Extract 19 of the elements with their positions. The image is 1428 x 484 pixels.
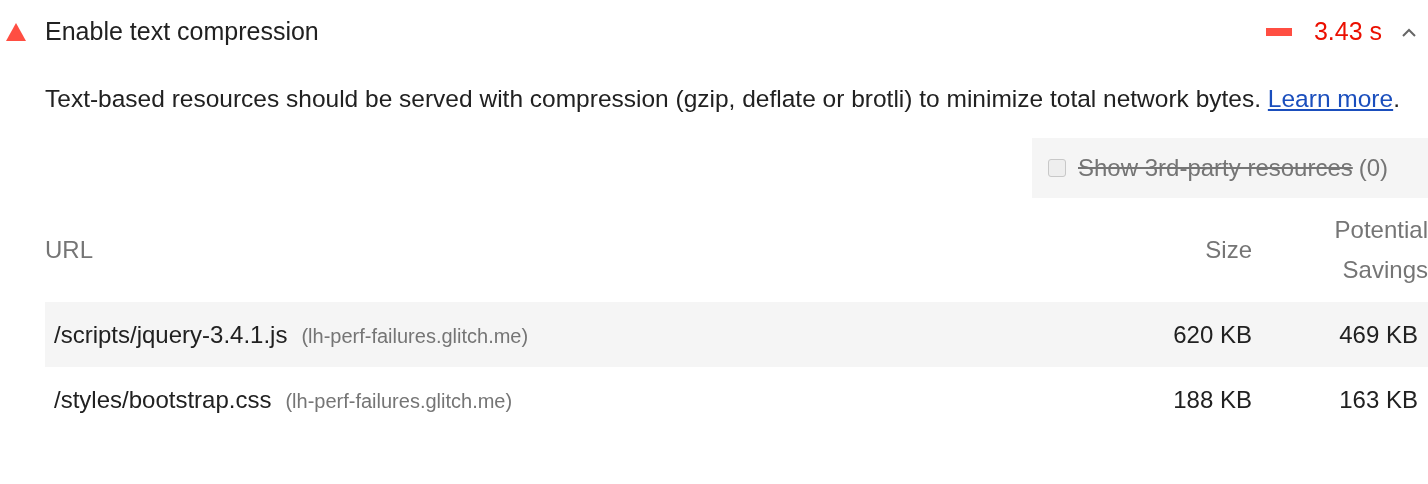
chevron-icon xyxy=(1402,27,1416,37)
url-cell-text: /scripts/jquery-3.4.1.js xyxy=(54,319,288,350)
host-label: (lh-perf-failures.glitch.me) xyxy=(301,323,529,349)
filter-label: Show 3rd-party resources xyxy=(1078,153,1353,183)
filter-count: (0) xyxy=(1358,153,1389,183)
audit-description: Text-based resources should be served with compression (gzip, deflate or brotli) to minimize total network bytes. Learn more. xyxy=(45,84,1401,114)
savings-cell-text: 163 KB xyxy=(1338,384,1419,415)
host-label: (lh-perf-failures.glitch.me) xyxy=(285,388,513,414)
column-header: Size xyxy=(1204,235,1252,265)
savings-cell-text: 469 KB xyxy=(1338,319,1419,350)
score-bar-icon xyxy=(1265,28,1292,36)
metric-value: 3.43 s xyxy=(1313,16,1382,48)
size-cell-text: 188 KB xyxy=(1172,384,1252,415)
url-cell-text: /styles/bootstrap.css xyxy=(54,384,272,415)
size-cell-text: 620 KB xyxy=(1172,319,1252,350)
audit-title: Enable text compression xyxy=(45,16,320,48)
column-header: Potential Savings xyxy=(1333,215,1428,285)
column-header: URL xyxy=(45,235,94,265)
learn-more-link[interactable]: Learn more xyxy=(1267,85,1394,112)
